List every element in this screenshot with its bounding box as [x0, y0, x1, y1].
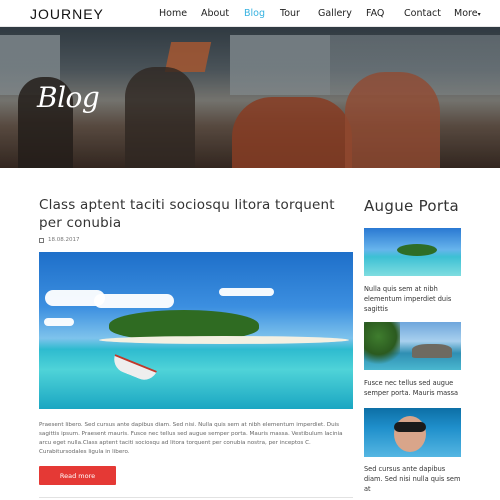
caret-down-icon: ▾ — [477, 11, 481, 18]
image-boat — [110, 354, 157, 384]
sidebar-title: Augue Porta — [364, 197, 460, 215]
read-more-button[interactable]: Read more — [39, 466, 116, 485]
sidebar-item-text-1[interactable]: Nulla quis sem at nibh elementum imperdi… — [364, 284, 464, 314]
sidebar-thumb-1[interactable] — [364, 228, 461, 276]
image-sand — [99, 336, 349, 344]
nav-more-label: More — [454, 8, 478, 19]
image-cloud — [44, 318, 74, 326]
thumb-island — [397, 244, 437, 256]
nav-tour[interactable]: Tour — [280, 8, 300, 19]
sidebar-item-text-2[interactable]: Fusce nec tellus sed augue semper porta.… — [364, 378, 464, 398]
hero-banner: Blog — [0, 27, 500, 168]
thumb-diver-mask — [394, 422, 426, 432]
sidebar-thumb-3[interactable] — [364, 408, 461, 457]
post-excerpt: Praesent libero. Sed cursus ante dapibus… — [39, 422, 343, 455]
nav-faq[interactable]: FAQ — [366, 8, 384, 19]
thumb-rock — [412, 344, 452, 358]
image-cloud — [94, 294, 174, 308]
sidebar-thumb-2[interactable] — [364, 322, 461, 370]
sidebar-item-text-3[interactable]: Sed cursus ante dapibus diam. Sed nisi n… — [364, 464, 464, 494]
thumb-palm — [364, 322, 400, 370]
nav-contact[interactable]: Contact — [404, 8, 441, 19]
post-title[interactable]: Class aptent taciti sociosqu litora torq… — [39, 196, 354, 232]
image-cloud — [219, 288, 274, 296]
calendar-icon — [39, 237, 44, 243]
nav-blog[interactable]: Blog — [244, 8, 265, 19]
post-date: 18.08.2017 — [48, 237, 80, 243]
site-header: JOURNEY Home About Blog Tour Gallery FAQ… — [0, 0, 500, 27]
post-image[interactable] — [39, 252, 353, 409]
post-divider — [39, 497, 353, 498]
nav-gallery[interactable]: Gallery — [318, 8, 352, 19]
hero-title: Blog — [37, 81, 100, 114]
nav-about[interactable]: About — [201, 8, 229, 19]
nav-more[interactable]: More▾ — [454, 8, 481, 19]
post-meta: 18.08.2017 — [39, 237, 80, 243]
site-logo[interactable]: JOURNEY — [30, 6, 104, 22]
nav-home[interactable]: Home — [159, 8, 187, 19]
